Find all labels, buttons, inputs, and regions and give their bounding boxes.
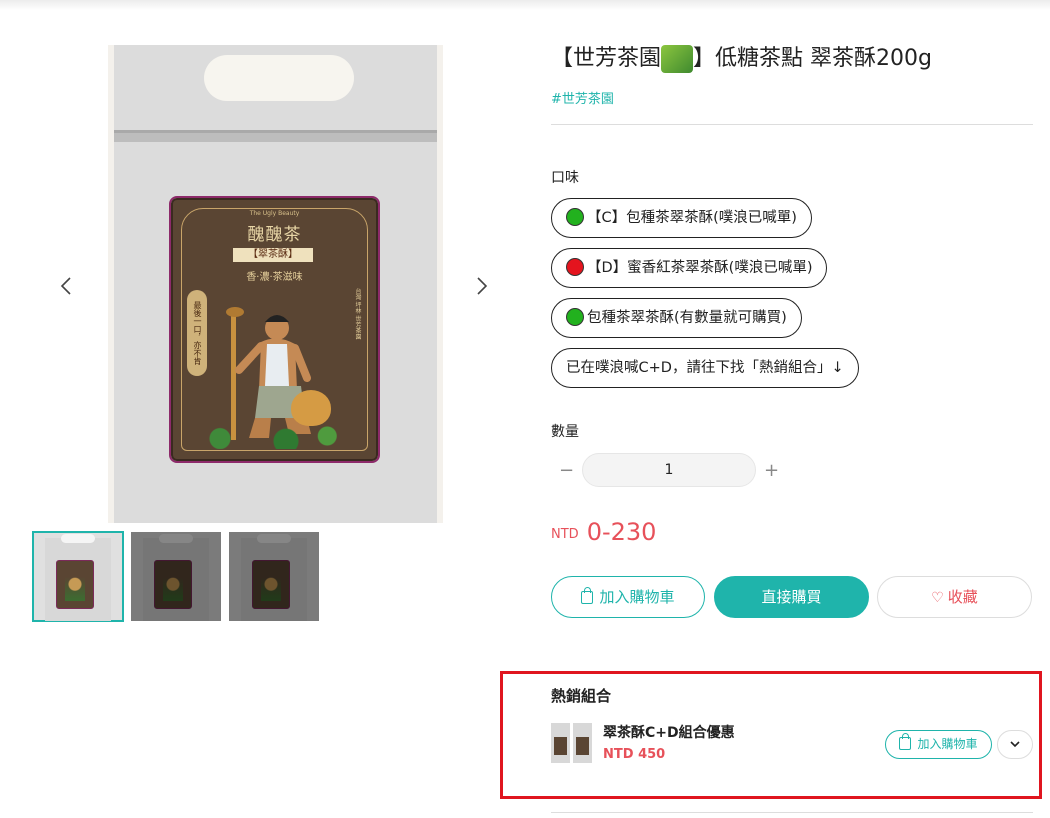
quantity-decrease-button[interactable]: −	[559, 460, 574, 481]
green-dot-icon	[566, 308, 584, 326]
green-dot-icon	[566, 208, 584, 226]
bundle-image	[551, 723, 593, 763]
label-brand-line: The Ugly Beauty	[249, 210, 300, 217]
label-product: 【翠茶酥】	[233, 248, 313, 262]
thumbnail-3[interactable]	[229, 532, 319, 621]
thumbnail-2[interactable]	[131, 532, 221, 621]
quantity-input[interactable]: 1	[582, 453, 756, 487]
divider	[551, 812, 1033, 813]
quantity-label: 數量	[551, 424, 579, 440]
bundle-price: NTD 450	[603, 747, 666, 762]
product-title: 【世芳茶園 】低糖茶點 翠茶酥200g	[551, 40, 1031, 73]
main-product-image[interactable]: The Ugly Beauty 醜醜茶 【翠茶酥】 香·濃·茶滋味 最後一口，亦…	[108, 45, 443, 523]
label-subtitle: 香·濃·茶滋味	[246, 272, 303, 283]
flavor-option-d[interactable]: 【D】蜜香紅茶翠茶酥(噗浪已喊單)	[551, 248, 828, 288]
flavor-option-combo-note[interactable]: 已在噗浪喊C+D，請往下找「熱銷組合」↓	[551, 348, 859, 388]
product-title-start: 【世芳茶園	[551, 46, 662, 71]
shopping-bag-icon	[581, 587, 594, 604]
bag-handle-hole	[204, 55, 354, 101]
quantity-increase-button[interactable]: +	[764, 460, 779, 481]
bag-seal	[114, 130, 437, 142]
product-title-end: 】低糖茶點 翠茶酥200g	[693, 46, 932, 71]
price-value: 0-230	[586, 518, 657, 546]
price-range: NTD 0-230	[551, 518, 656, 546]
product-label: The Ugly Beauty 醜醜茶 【翠茶酥】 香·濃·茶滋味 最後一口，亦…	[169, 196, 380, 463]
shopping-bag-icon	[899, 733, 912, 750]
heart-icon: ♡	[931, 590, 944, 606]
label-slogan: 最後一口，亦不肯	[187, 290, 207, 376]
bundle-name: 翠茶酥C+D組合優惠	[603, 725, 735, 741]
grass-illustration	[187, 423, 352, 449]
flavor-option-c[interactable]: 【C】包種茶翠茶酥(噗浪已喊單)	[551, 198, 812, 238]
bundle-section-title: 熱銷組合	[551, 687, 612, 705]
thumbnail-1[interactable]	[32, 531, 124, 622]
bundle-add-to-cart-button[interactable]: 加入購物車	[885, 730, 992, 759]
packaging-bag: The Ugly Beauty 醜醜茶 【翠茶酥】 香·濃·茶滋味 最後一口，亦…	[114, 45, 437, 523]
top-shadow	[0, 0, 1050, 10]
label-origin: 台灣 坪林 世芳茶園	[354, 288, 361, 340]
favorite-button[interactable]: ♡ 收藏	[877, 576, 1032, 618]
chevron-down-icon[interactable]	[997, 730, 1033, 759]
label-name: 醜醜茶	[247, 225, 302, 245]
flavor-label: 口味	[551, 170, 579, 186]
flavor-option-baozhong[interactable]: 包種茶翠茶酥(有數量就可購買)	[551, 298, 802, 338]
price-currency: NTD	[551, 527, 579, 542]
leaf-icon	[661, 45, 694, 73]
add-to-cart-button[interactable]: 加入購物車	[551, 576, 705, 618]
brand-tag-link[interactable]: #世芳茶園	[551, 88, 614, 107]
buy-now-button[interactable]: 直接購買	[714, 576, 869, 618]
red-dot-icon	[566, 258, 584, 276]
divider	[551, 124, 1033, 125]
tea-sack-illustration	[291, 390, 331, 426]
chevron-right-icon[interactable]	[472, 276, 492, 298]
chevron-left-icon[interactable]	[56, 276, 76, 298]
